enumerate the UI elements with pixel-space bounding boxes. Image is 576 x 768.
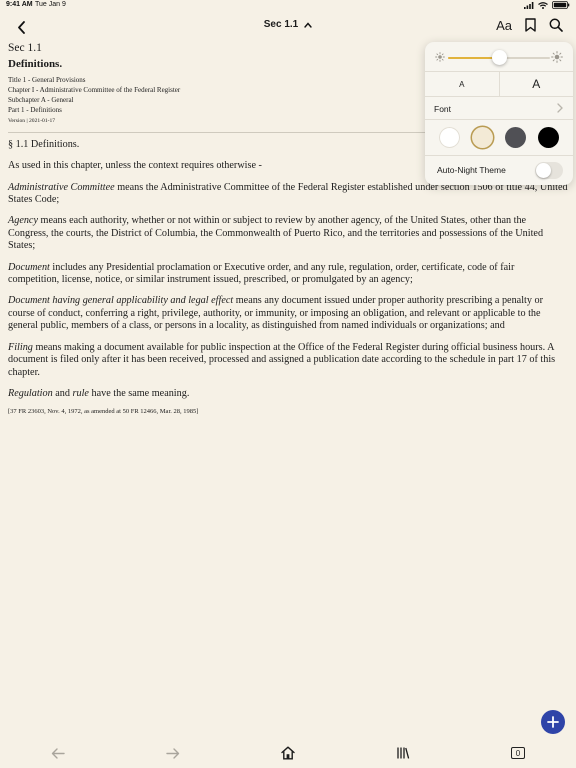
divider bbox=[8, 131, 428, 133]
definition-paragraph: Administrative Committee means the Admin… bbox=[8, 182, 568, 207]
brightness-row bbox=[425, 42, 573, 72]
definition-paragraph: Document having general applicability an… bbox=[8, 295, 568, 332]
auto-night-toggle[interactable] bbox=[535, 162, 563, 179]
definition-term: rule bbox=[72, 387, 89, 399]
font-size-row: A A bbox=[425, 72, 573, 97]
add-button[interactable] bbox=[541, 710, 565, 734]
conjunction: and bbox=[52, 387, 73, 399]
arrow-left-icon bbox=[51, 747, 65, 759]
definition-term: Filing bbox=[8, 341, 33, 353]
status-indicators bbox=[524, 1, 570, 11]
bottom-toolbar: 0 bbox=[0, 740, 576, 768]
navigation-bar: Sec 1.1 Aa bbox=[0, 14, 576, 38]
navigate-forward-button[interactable] bbox=[164, 745, 182, 761]
definition-paragraph: Agency means each authority, whether or … bbox=[8, 215, 568, 252]
font-row[interactable]: Font bbox=[425, 97, 573, 120]
tab-count: 0 bbox=[511, 747, 525, 759]
definition-text: means each authority, whether or not wit… bbox=[8, 215, 544, 252]
plus-icon bbox=[547, 716, 559, 728]
nav-actions: Aa bbox=[496, 17, 564, 33]
brightness-slider-thumb[interactable] bbox=[491, 50, 507, 65]
font-label: Font bbox=[434, 104, 452, 114]
chevron-right-icon bbox=[557, 103, 563, 113]
display-settings-popover: A A Font Auto-Night Theme bbox=[425, 42, 573, 185]
status-bar: 9:41 AM Tue Jan 9 bbox=[0, 0, 576, 12]
library-button[interactable] bbox=[394, 745, 412, 761]
cellular-icon bbox=[524, 1, 534, 11]
toggle-knob bbox=[536, 163, 551, 178]
arrow-right-icon bbox=[166, 747, 180, 759]
definition-term: Document having general applicability an… bbox=[8, 295, 234, 307]
definition-term: Document bbox=[8, 261, 50, 273]
home-icon bbox=[281, 746, 295, 760]
sun-small-icon bbox=[435, 52, 445, 62]
section-selector[interactable]: Sec 1.1 bbox=[264, 19, 312, 30]
theme-gray-swatch[interactable] bbox=[505, 127, 526, 148]
wifi-icon bbox=[538, 1, 548, 11]
definition-text: means making a document available for pu… bbox=[8, 341, 556, 378]
tabs-button[interactable]: 0 bbox=[509, 745, 527, 761]
battery-icon bbox=[552, 1, 570, 11]
decrease-font-size-button[interactable]: A bbox=[425, 72, 500, 96]
sun-large-icon bbox=[551, 51, 563, 63]
theme-black-swatch[interactable] bbox=[538, 127, 559, 148]
definition-term: Agency bbox=[8, 215, 38, 227]
auto-night-row: Auto-Night Theme bbox=[425, 156, 573, 185]
increase-font-size-button[interactable]: A bbox=[500, 72, 574, 96]
definition-paragraph: Filing means making a document available… bbox=[8, 342, 568, 379]
status-date: Tue Jan 9 bbox=[35, 1, 66, 8]
definition-paragraph: Document includes any Presidential procl… bbox=[8, 262, 568, 287]
navigate-back-button[interactable] bbox=[49, 745, 67, 761]
bookmark-icon bbox=[524, 18, 536, 32]
definition-paragraph: Regulation and rule have the same meanin… bbox=[8, 388, 568, 400]
status-time: 9:41 AM bbox=[6, 1, 33, 8]
chevron-up-icon bbox=[304, 21, 312, 28]
search-icon bbox=[549, 18, 563, 32]
definition-term: Administrative Committee bbox=[8, 181, 115, 193]
citation: [37 FR 23603, Nov. 4, 1972, as amended a… bbox=[8, 408, 199, 416]
library-icon bbox=[397, 747, 410, 759]
theme-sepia-swatch[interactable] bbox=[472, 127, 493, 148]
search-button[interactable] bbox=[548, 17, 564, 33]
font-settings-button[interactable]: Aa bbox=[496, 18, 512, 33]
bookmark-button[interactable] bbox=[522, 17, 538, 33]
definition-text: have the same meaning. bbox=[88, 387, 190, 399]
theme-row bbox=[425, 120, 573, 156]
auto-night-label: Auto-Night Theme bbox=[437, 165, 506, 175]
nav-title-label: Sec 1.1 bbox=[263, 19, 299, 30]
definition-term: Regulation bbox=[8, 387, 53, 399]
theme-white-swatch[interactable] bbox=[439, 127, 460, 148]
nav-title: Sec 1.1 bbox=[0, 19, 576, 30]
definition-text: includes any Presidential proclamation o… bbox=[8, 261, 515, 286]
home-button[interactable] bbox=[279, 745, 297, 761]
